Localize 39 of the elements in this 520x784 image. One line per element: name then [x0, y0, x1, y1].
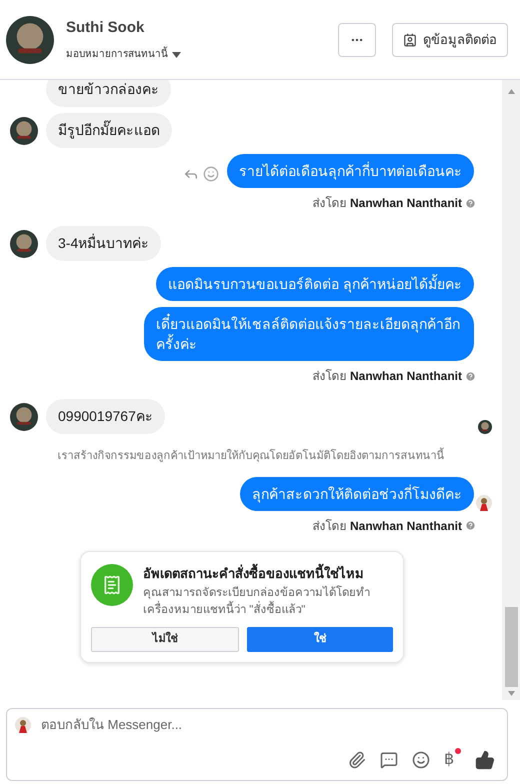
help-icon [465, 198, 476, 208]
scrollbar-thumb[interactable] [505, 607, 518, 687]
incoming-message: 0990019767คะ [46, 399, 165, 434]
outgoing-message: ลุกค้าสะดวกให้ติดต่อช่วงกี่โมงดีคะ [240, 476, 474, 510]
receipt-icon [91, 564, 133, 606]
sent-by-note: ส่งโดย Nanwhan Nanthanit [312, 195, 462, 212]
contact-name: Suthi Sook [66, 18, 146, 38]
system-note: เราสร้างกิจกรรมของลูกค้าเป้าหมายให้กับคุณโดยอัตโนมัติโดยอิงตามการสนทนานี้ [58, 448, 444, 464]
sent-by-note: ส่งโดย Nanwhan Nanthanit [312, 518, 462, 534]
emoji-icon [412, 751, 430, 769]
help-icon [465, 370, 476, 382]
contact-card-icon [403, 32, 417, 46]
emoji-icon [203, 166, 219, 182]
no-button[interactable]: ไม่ใช่ [91, 627, 239, 652]
help-icon [465, 520, 476, 531]
reply-field[interactable]: ตอบกลับใน Messenger... [41, 715, 499, 734]
card-title: อัพเดตสถานะคำสั่งซื้อของแชทนี้ใช่ไหม [143, 564, 365, 582]
incoming-message: ขายข้าวกล่องคะ [46, 80, 171, 107]
more-button[interactable] [338, 22, 376, 56]
user-avatar [15, 716, 31, 733]
attachment-icon [348, 751, 366, 769]
card-body: คุณสามารถจัดระเบียบกล่องข้อความได้โดยทำเครื่องหมายแชทนี้ว่า "สั่งซื้อแล้ว" [143, 585, 371, 618]
contact-info-button[interactable]: ดูข้อมูลติดต่อ [392, 22, 508, 56]
assign-dropdown[interactable]: มอบหมายการสนทนานี้ [66, 47, 181, 62]
scroll-up-icon[interactable] [508, 89, 515, 94]
caret-icon [172, 52, 181, 58]
like-icon [475, 750, 495, 770]
outgoing-message: แอดมินรบกวนขอเบอร์ติดต่อ ลุกค้าหน่อยได้มั้ยคะ [156, 267, 474, 301]
sent-by-note: ส่งโดย Nanwhan Nanthanit [312, 368, 462, 385]
yes-button[interactable]: ใช่ [247, 627, 393, 652]
scrollbar[interactable] [502, 80, 520, 700]
message-icon [380, 751, 398, 769]
scroll-down-icon[interactable] [508, 691, 515, 696]
incoming-message: 3-4หมื่นบาทค่ะ [46, 226, 162, 261]
contact-avatar [6, 16, 54, 64]
incoming-message: มีรูปอีกมั๊ยคะแอด [46, 113, 172, 148]
outgoing-message: รายได้ต่อเดือนลุกค้ากี่บาทต่อเดือนคะ [227, 154, 474, 188]
payment-button[interactable]: ฿ [444, 748, 454, 772]
outgoing-message: เดี๋ยวแอดมินให้เชลล์ติดต่อแจ้งรายละเอียดลุกค้าอีกครั้งค่ะ [144, 307, 474, 361]
